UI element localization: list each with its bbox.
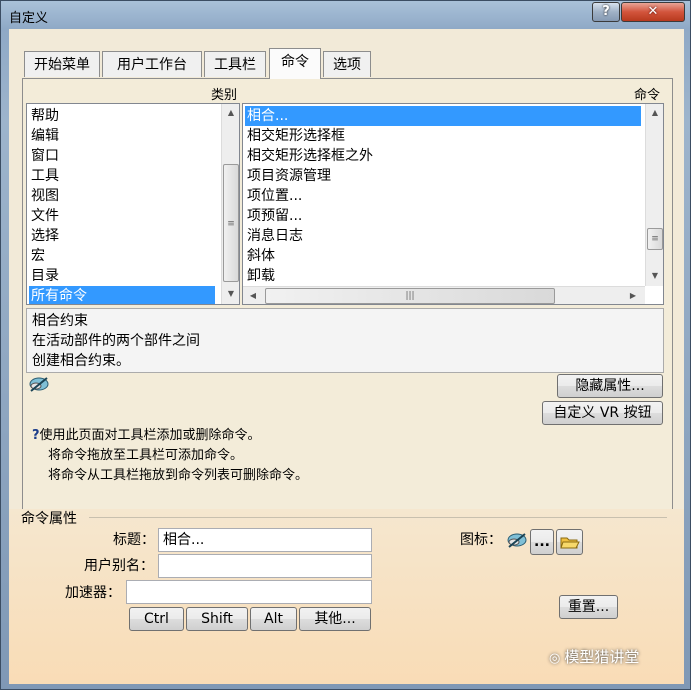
dialog-body: 开始菜单 用户工作台 工具栏 命令 选项 类别 命令 帮助 编辑 窗口 工具 视…: [9, 29, 684, 684]
hide-properties-button[interactable]: 隐藏属性...: [557, 374, 663, 398]
hint-line: 将命令从工具栏拖放到命令列表可删除命令。: [48, 468, 309, 483]
customize-vr-button[interactable]: 自定义 VR 按钮: [542, 401, 663, 425]
dialog-window: 自定义 ? ✕ 开始菜单 用户工作台 工具栏 命令 选项 类别 命令 帮助 编辑…: [0, 0, 691, 690]
list-item[interactable]: 工具: [31, 166, 59, 186]
list-item[interactable]: 视图: [31, 186, 59, 206]
commands-header: 命令: [634, 88, 661, 103]
accelerator-label: 加速器：: [65, 585, 121, 601]
wechat-icon: ◎: [549, 651, 561, 666]
scroll-down-arrow-icon[interactable]: ▼: [647, 268, 663, 284]
list-item-selected[interactable]: 所有命令: [29, 286, 215, 304]
tab-user-workbench[interactable]: 用户工作台: [102, 51, 202, 77]
categories-header: 类别: [211, 88, 238, 103]
list-item[interactable]: 编辑: [31, 126, 59, 146]
title-label: 标题：: [113, 532, 155, 548]
accelerator-field[interactable]: [126, 580, 372, 604]
icon-label: 图标：: [460, 532, 502, 548]
scroll-up-arrow-icon[interactable]: ▲: [647, 105, 663, 121]
properties-section-title: 命令属性: [21, 511, 77, 527]
list-item[interactable]: 宏: [31, 246, 45, 266]
commands-hscrollbar[interactable]: ◀ ||| ▶: [243, 286, 645, 304]
section-divider: [89, 517, 667, 518]
reset-button[interactable]: 重置...: [559, 595, 618, 619]
scroll-thumb[interactable]: ≡: [647, 228, 663, 250]
tab-options[interactable]: 选项: [323, 51, 371, 77]
scroll-up-arrow-icon[interactable]: ▲: [223, 105, 239, 121]
scroll-right-arrow-icon[interactable]: ▶: [625, 288, 641, 304]
list-item[interactable]: 卸载: [247, 266, 275, 286]
list-item[interactable]: 项位置...: [247, 186, 302, 206]
list-item-selected[interactable]: 相合...: [245, 106, 641, 126]
tab-toolbars[interactable]: 工具栏: [204, 51, 266, 77]
help-button[interactable]: ?: [592, 2, 620, 22]
ctrl-button[interactable]: Ctrl: [129, 607, 184, 631]
command-icon-preview: [507, 533, 527, 548]
scroll-down-arrow-icon[interactable]: ▼: [223, 286, 239, 302]
hint-line: 将命令拖放至工具栏可添加命令。: [48, 448, 244, 463]
coincidence-constraint-icon: [29, 377, 49, 392]
scroll-thumb[interactable]: ≡: [223, 164, 239, 282]
scroll-thumb[interactable]: |||: [265, 288, 555, 304]
question-icon: ?: [32, 428, 40, 443]
description-line: 相合约束: [32, 313, 88, 329]
list-item[interactable]: 选择: [31, 226, 59, 246]
list-item[interactable]: 项预留...: [247, 206, 302, 226]
title-bar[interactable]: 自定义 ? ✕: [1, 1, 691, 29]
close-button[interactable]: ✕: [621, 2, 685, 22]
alt-button[interactable]: Alt: [250, 607, 297, 631]
description-line: 创建相合约束。: [32, 353, 130, 369]
list-item[interactable]: 斜体: [247, 246, 275, 266]
usage-hint: ?使用此页面对工具栏添加或删除命令。 将命令拖放至工具栏可添加命令。 将命令从工…: [32, 426, 308, 486]
description-line: 在活动部件的两个部件之间: [32, 333, 200, 349]
title-field[interactable]: 相合...: [158, 528, 372, 552]
alias-field[interactable]: [158, 554, 372, 578]
command-description: 相合约束 在活动部件的两个部件之间 创建相合约束。: [26, 308, 664, 373]
list-item[interactable]: 项目资源管理: [247, 166, 331, 186]
watermark-text: ◎ 模型猎讲堂: [549, 648, 640, 666]
tab-start-menu[interactable]: 开始菜单: [24, 51, 100, 77]
scroll-left-arrow-icon[interactable]: ◀: [245, 288, 261, 304]
hint-line: 使用此页面对工具栏添加或删除命令。: [39, 428, 261, 443]
list-item[interactable]: 目录: [31, 266, 59, 286]
folder-icon: [559, 537, 580, 549]
list-item[interactable]: 帮助: [31, 106, 59, 126]
alias-label: 用户别名：: [84, 558, 154, 574]
list-item[interactable]: 相交矩形选择框: [247, 126, 345, 146]
window-title: 自定义: [9, 11, 49, 26]
categories-list[interactable]: 帮助 编辑 窗口 工具 视图 文件 选择 宏 目录 所有命令 ▲ ≡ ▼: [26, 103, 240, 305]
tab-commands[interactable]: 命令: [269, 48, 321, 79]
commands-list[interactable]: 相合... 相交矩形选择框 相交矩形选择框之外 项目资源管理 项位置... 项预…: [242, 103, 664, 305]
other-button[interactable]: 其他...: [299, 607, 371, 631]
list-item[interactable]: 消息日志: [247, 226, 303, 246]
list-item[interactable]: 相交矩形选择框之外: [247, 146, 373, 166]
open-icon-button[interactable]: [556, 529, 583, 555]
shift-button[interactable]: Shift: [186, 607, 248, 631]
icon-more-button[interactable]: ...: [530, 529, 554, 555]
list-item[interactable]: 窗口: [31, 146, 59, 166]
categories-scrollbar[interactable]: ▲ ≡ ▼: [221, 104, 239, 304]
list-item[interactable]: 文件: [31, 206, 59, 226]
commands-vscrollbar[interactable]: ▲ ≡ ▼: [645, 104, 663, 286]
